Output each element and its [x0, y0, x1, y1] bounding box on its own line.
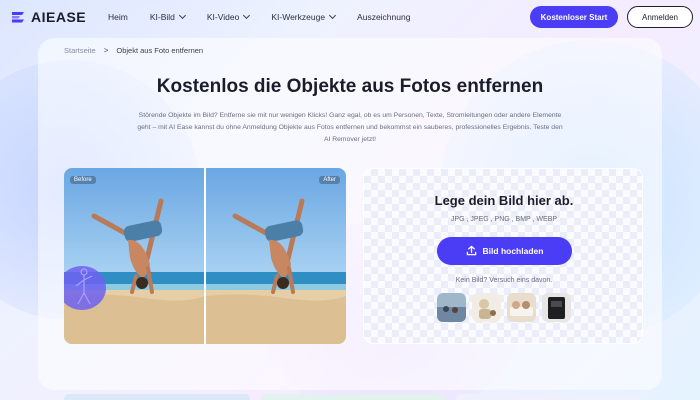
- sample-image-4[interactable]: [542, 293, 571, 322]
- nav-item-ki-bild[interactable]: KI-Bild: [149, 11, 186, 22]
- page-description: Störende Objekte im Bild? Entferne sie m…: [137, 112, 563, 143]
- logo[interactable]: AIEASE: [10, 9, 86, 25]
- nav-label: KI-Werkzeuge: [271, 12, 326, 22]
- free-start-button[interactable]: Kostenloser Start: [530, 6, 618, 28]
- chevron-down-icon: [243, 11, 251, 20]
- bottom-card: [260, 394, 446, 400]
- nav-label: KI-Video: [206, 12, 240, 22]
- compare-slider-handle[interactable]: [204, 168, 206, 344]
- sample-images-label: Kein Bild? Versuch eins davon.: [455, 277, 553, 284]
- upload-icon: [466, 245, 477, 258]
- upload-dropzone[interactable]: Lege dein Bild hier ab. JPG , JPEG , PNG…: [363, 168, 643, 344]
- logo-icon: [10, 9, 26, 25]
- nav-item-auszeichnung[interactable]: Auszeichnung: [357, 12, 410, 22]
- upload-button-label: Bild hochladen: [482, 246, 544, 256]
- supported-formats: JPG , JPEG , PNG , BMP , WEBP: [450, 216, 558, 223]
- after-image: After: [205, 168, 346, 344]
- bottom-card: [456, 394, 642, 400]
- login-button[interactable]: Anmelden: [627, 6, 693, 28]
- breadcrumb-separator: >: [103, 46, 109, 55]
- top-navbar: AIEASE Heim KI-Bild KI-Video KI-Werkzeug…: [0, 0, 700, 36]
- before-image: Before: [64, 168, 205, 344]
- sample-image-3[interactable]: [507, 293, 536, 322]
- nav-label: Auszeichnung: [357, 12, 411, 22]
- before-after-image[interactable]: Before After: [64, 168, 346, 344]
- breadcrumb-home[interactable]: Startseite: [64, 46, 96, 55]
- logo-text: AIEASE: [31, 9, 87, 25]
- nav-item-heim[interactable]: Heim: [108, 12, 128, 22]
- breadcrumb-current: Objekt aus Foto entfernen: [116, 46, 204, 55]
- after-label: After: [319, 176, 340, 184]
- nav-label: KI-Bild: [149, 12, 175, 22]
- nav-item-ki-video[interactable]: KI-Video: [206, 11, 251, 22]
- chevron-down-icon: [329, 11, 337, 20]
- breadcrumb: Startseite > Objekt aus Foto entfernen: [64, 46, 203, 55]
- chevron-down-icon: [178, 11, 186, 20]
- main-nav: Heim KI-Bild KI-Video KI-Werkzeuge Ausze…: [108, 11, 432, 22]
- sample-image-1[interactable]: [437, 293, 466, 322]
- upload-image-button[interactable]: Bild hochladen: [437, 237, 572, 265]
- page-title: Kostenlos die Objekte aus Fotos entferne…: [156, 76, 544, 97]
- sample-image-2[interactable]: [472, 293, 501, 322]
- before-label: Before: [70, 176, 96, 184]
- bottom-card: [64, 394, 250, 400]
- dropzone-title: Lege dein Bild hier ab.: [434, 193, 574, 208]
- nav-item-ki-werkzeuge[interactable]: KI-Werkzeuge: [271, 11, 337, 22]
- nav-label: Heim: [108, 12, 128, 22]
- sample-images: [437, 293, 571, 322]
